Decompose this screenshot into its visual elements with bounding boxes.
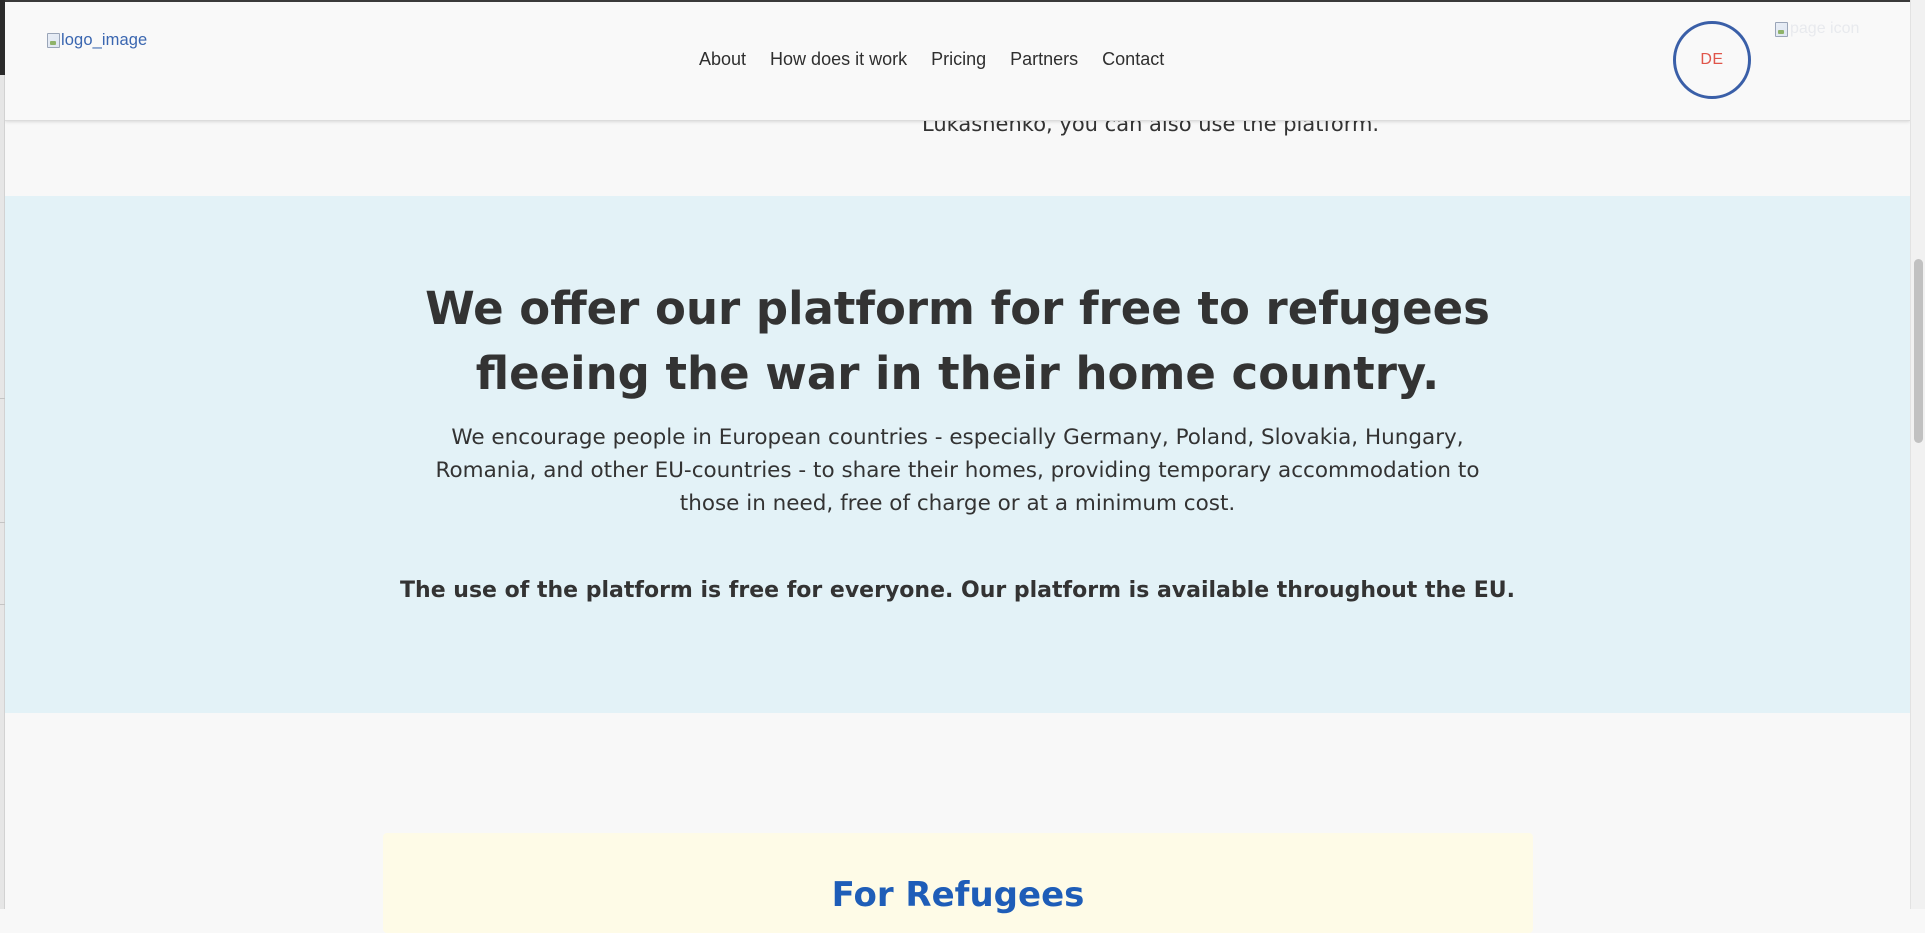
- description-line: Romania, and other EU-countries - to sha…: [435, 458, 1480, 483]
- main-nav: About How does it work Pricing Partners …: [699, 49, 1188, 70]
- window-left-dark-strip: [0, 0, 5, 75]
- window-top-edge: [0, 0, 1925, 2]
- nav-partners[interactable]: Partners: [1010, 49, 1078, 70]
- page-scrollbar[interactable]: [1910, 0, 1925, 909]
- free-for-refugees-section: We offer our platform for free to refuge…: [5, 196, 1910, 713]
- window-left-tick: [0, 604, 5, 605]
- description-line: We encourage people in European countrie…: [451, 425, 1464, 450]
- window-left-tick: [0, 398, 5, 399]
- audience-section: For Refugees: [5, 713, 1910, 933]
- site-header: logo_image About How does it work Pricin…: [5, 2, 1910, 121]
- broken-image-icon: [1775, 21, 1788, 37]
- heading-line: We offer our platform for free to refuge…: [425, 282, 1490, 335]
- logo-link[interactable]: logo_image: [47, 31, 147, 50]
- nav-about[interactable]: About: [699, 49, 746, 70]
- free-usage-note: The use of the platform is free for ever…: [400, 578, 1515, 603]
- nav-pricing[interactable]: Pricing: [931, 49, 986, 70]
- window-left-tick: [0, 522, 5, 523]
- nav-how-does-it-work[interactable]: How does it work: [770, 49, 907, 70]
- scrollbar-thumb[interactable]: [1914, 259, 1923, 443]
- for-refugees-title: For Refugees: [831, 875, 1085, 915]
- logo-alt-text: logo_image: [61, 31, 148, 49]
- description-line: those in need, free of charge or at a mi…: [679, 491, 1236, 516]
- broken-image-icon: [47, 33, 60, 48]
- language-switch-button[interactable]: DE: [1673, 21, 1751, 99]
- for-refugees-card: For Refugees: [383, 833, 1533, 933]
- section-description: We encourage people in European countrie…: [5, 421, 1910, 520]
- nav-contact[interactable]: Contact: [1102, 49, 1164, 70]
- language-label: DE: [1700, 51, 1724, 68]
- corner-image-alt-text: page icon: [1790, 20, 1860, 37]
- heading-line: fleeing the war in their home country.: [475, 347, 1440, 400]
- corner-image[interactable]: page icon: [1775, 20, 1859, 38]
- section-heading: We offer our platform for free to refuge…: [5, 276, 1910, 406]
- window-left-edge: [0, 0, 5, 909]
